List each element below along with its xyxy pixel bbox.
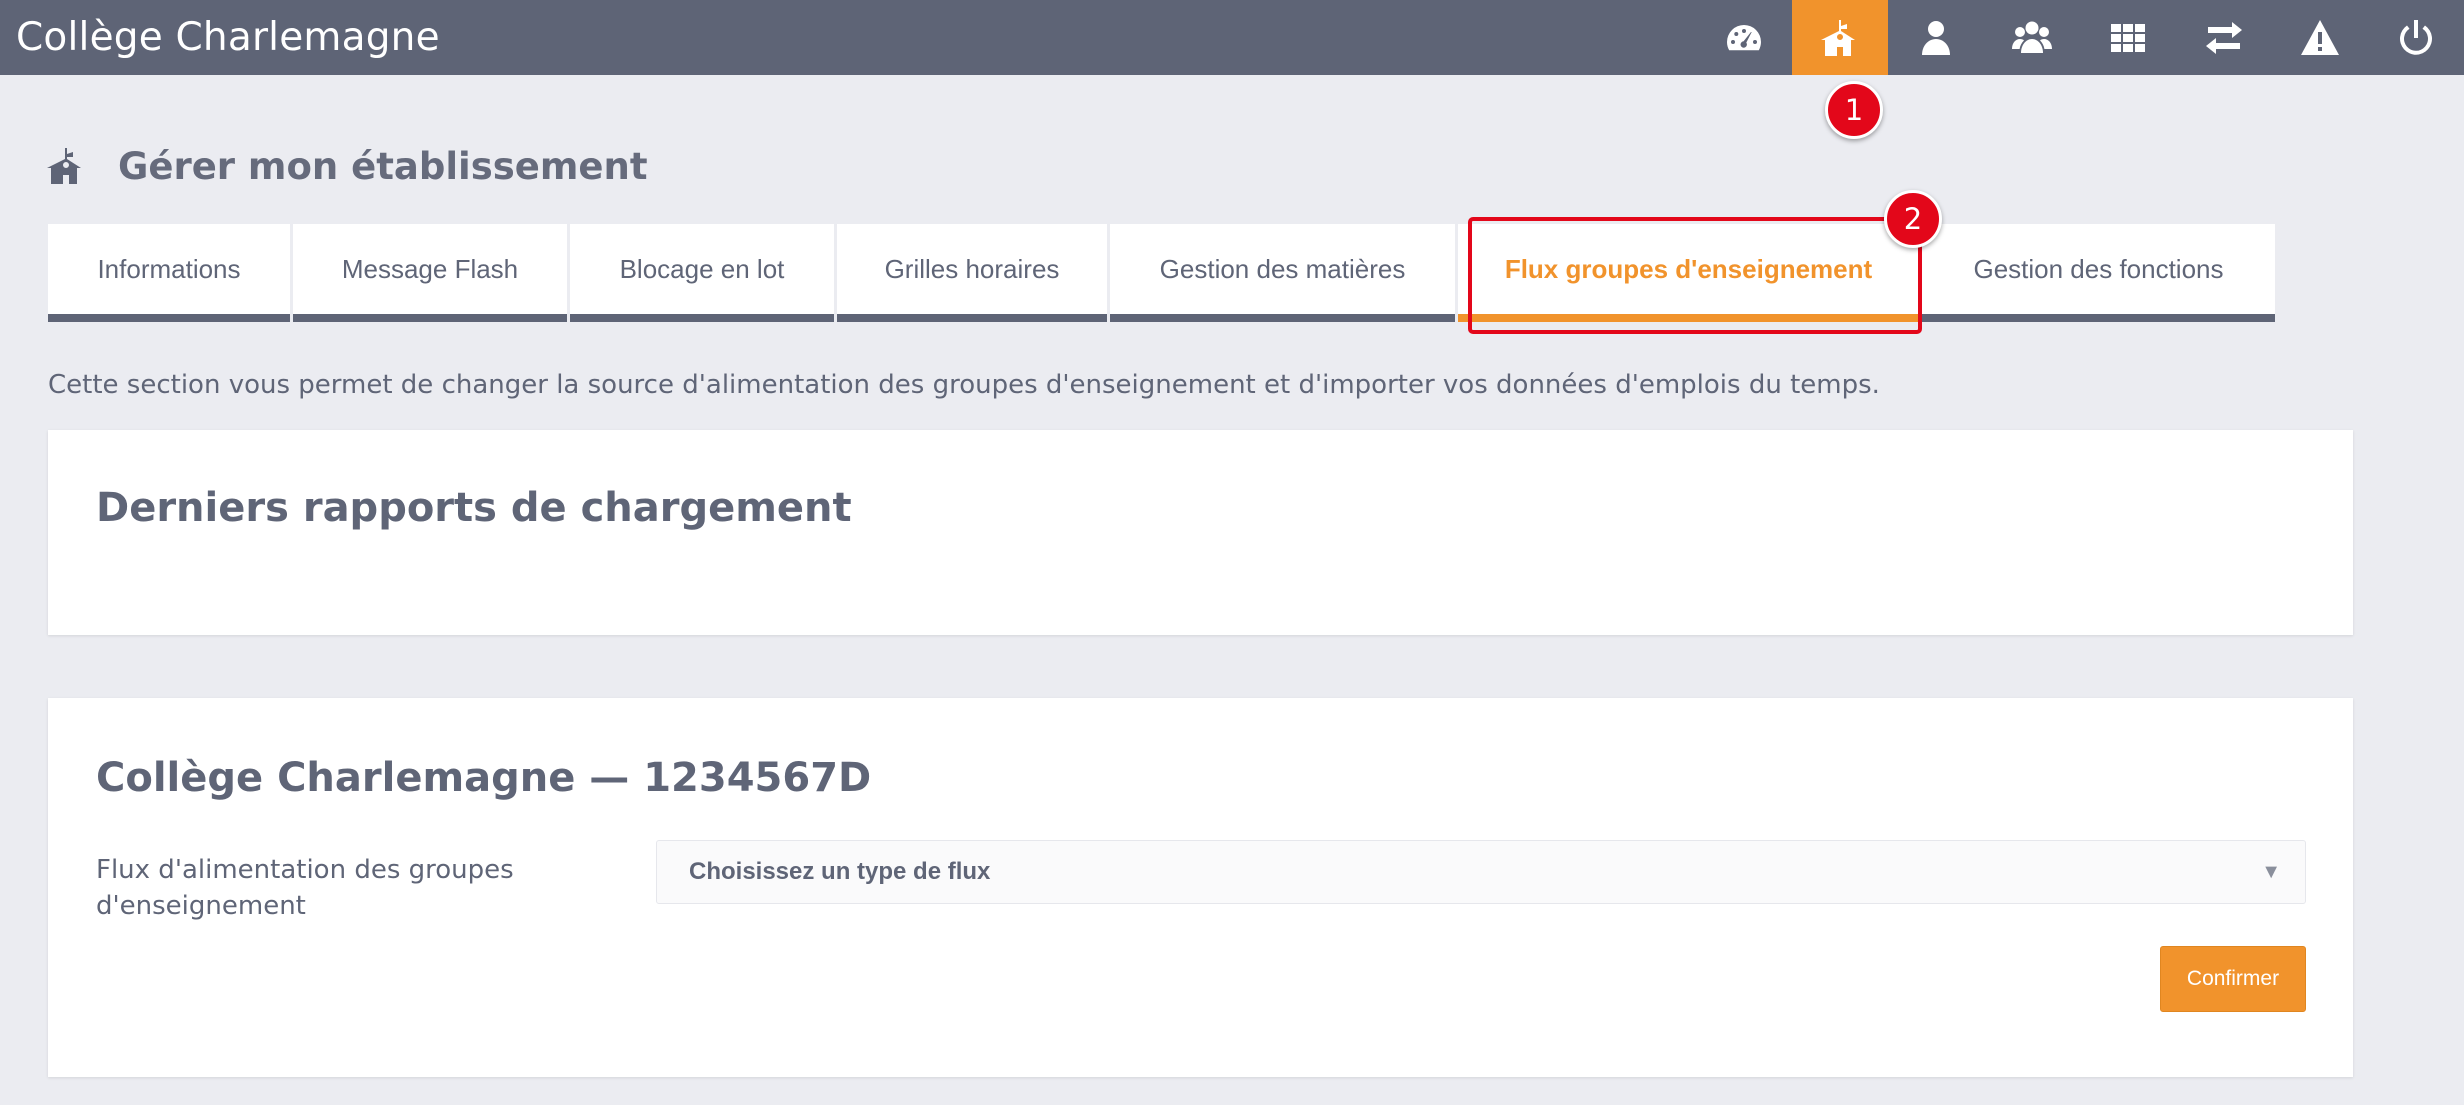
tab-message-flash[interactable]: Message Flash <box>293 224 567 322</box>
flux-type-select-value: Choisissez un type de flux <box>689 858 991 885</box>
dashboard-gauge-icon <box>1727 24 1761 50</box>
nav-logout-button[interactable] <box>2368 0 2464 75</box>
transfer-arrows-icon <box>2206 21 2242 54</box>
tab-grilles-horaires[interactable]: Grilles horaires <box>837 224 1107 322</box>
tab-gestion-des-fonctions[interactable]: Gestion des fonctions <box>1922 224 2275 322</box>
confirm-button[interactable]: Confirmer <box>2160 946 2306 1012</box>
nav-user-button[interactable] <box>1888 0 1984 75</box>
top-nav <box>1696 0 2464 75</box>
tab-bar: Informations Message Flash Blocage en lo… <box>48 224 2278 322</box>
school-flux-card: Collège Charlemagne — 1234567D Flux d'al… <box>48 698 2353 1077</box>
section-description: Cette section vous permet de changer la … <box>48 370 1880 400</box>
page-title: Gérer mon établissement <box>118 144 648 188</box>
callout-badge-1: 1 <box>1825 81 1883 139</box>
nav-dashboard-button[interactable] <box>1696 0 1792 75</box>
power-icon <box>2400 19 2432 55</box>
warning-icon <box>2301 19 2339 55</box>
tab-blocage-en-lot[interactable]: Blocage en lot <box>570 224 834 322</box>
page-header: Gérer mon établissement <box>46 140 648 192</box>
nav-school-button[interactable] <box>1792 0 1888 75</box>
reports-title: Derniers rapports de chargement <box>96 485 852 531</box>
tab-gestion-des-matieres[interactable]: Gestion des matières <box>1110 224 1455 322</box>
school-building-icon <box>1821 19 1855 56</box>
nav-alerts-button[interactable] <box>2272 0 2368 75</box>
callout-badge-2: 2 <box>1884 190 1942 248</box>
users-group-icon <box>2012 21 2052 53</box>
user-icon <box>1922 20 1950 55</box>
callout-highlight-box <box>1468 217 1922 334</box>
reports-card: Derniers rapports de chargement <box>48 430 2353 635</box>
app-title: Collège Charlemagne <box>16 15 440 60</box>
flux-type-select[interactable]: Choisissez un type de flux ▼ <box>656 840 2306 904</box>
grid-apps-icon <box>2111 23 2145 52</box>
chevron-down-icon: ▼ <box>2261 861 2281 883</box>
flux-field-label: Flux d'alimentation des groupes d'enseig… <box>96 855 514 921</box>
school-building-icon <box>47 148 81 184</box>
nav-grid-button[interactable] <box>2080 0 2176 75</box>
nav-transfer-button[interactable] <box>2176 0 2272 75</box>
nav-groups-button[interactable] <box>1984 0 2080 75</box>
school-title: Collège Charlemagne — 1234567D <box>96 755 872 801</box>
top-bar: Collège Charlemagne <box>0 0 2464 75</box>
tab-informations[interactable]: Informations <box>48 224 290 322</box>
